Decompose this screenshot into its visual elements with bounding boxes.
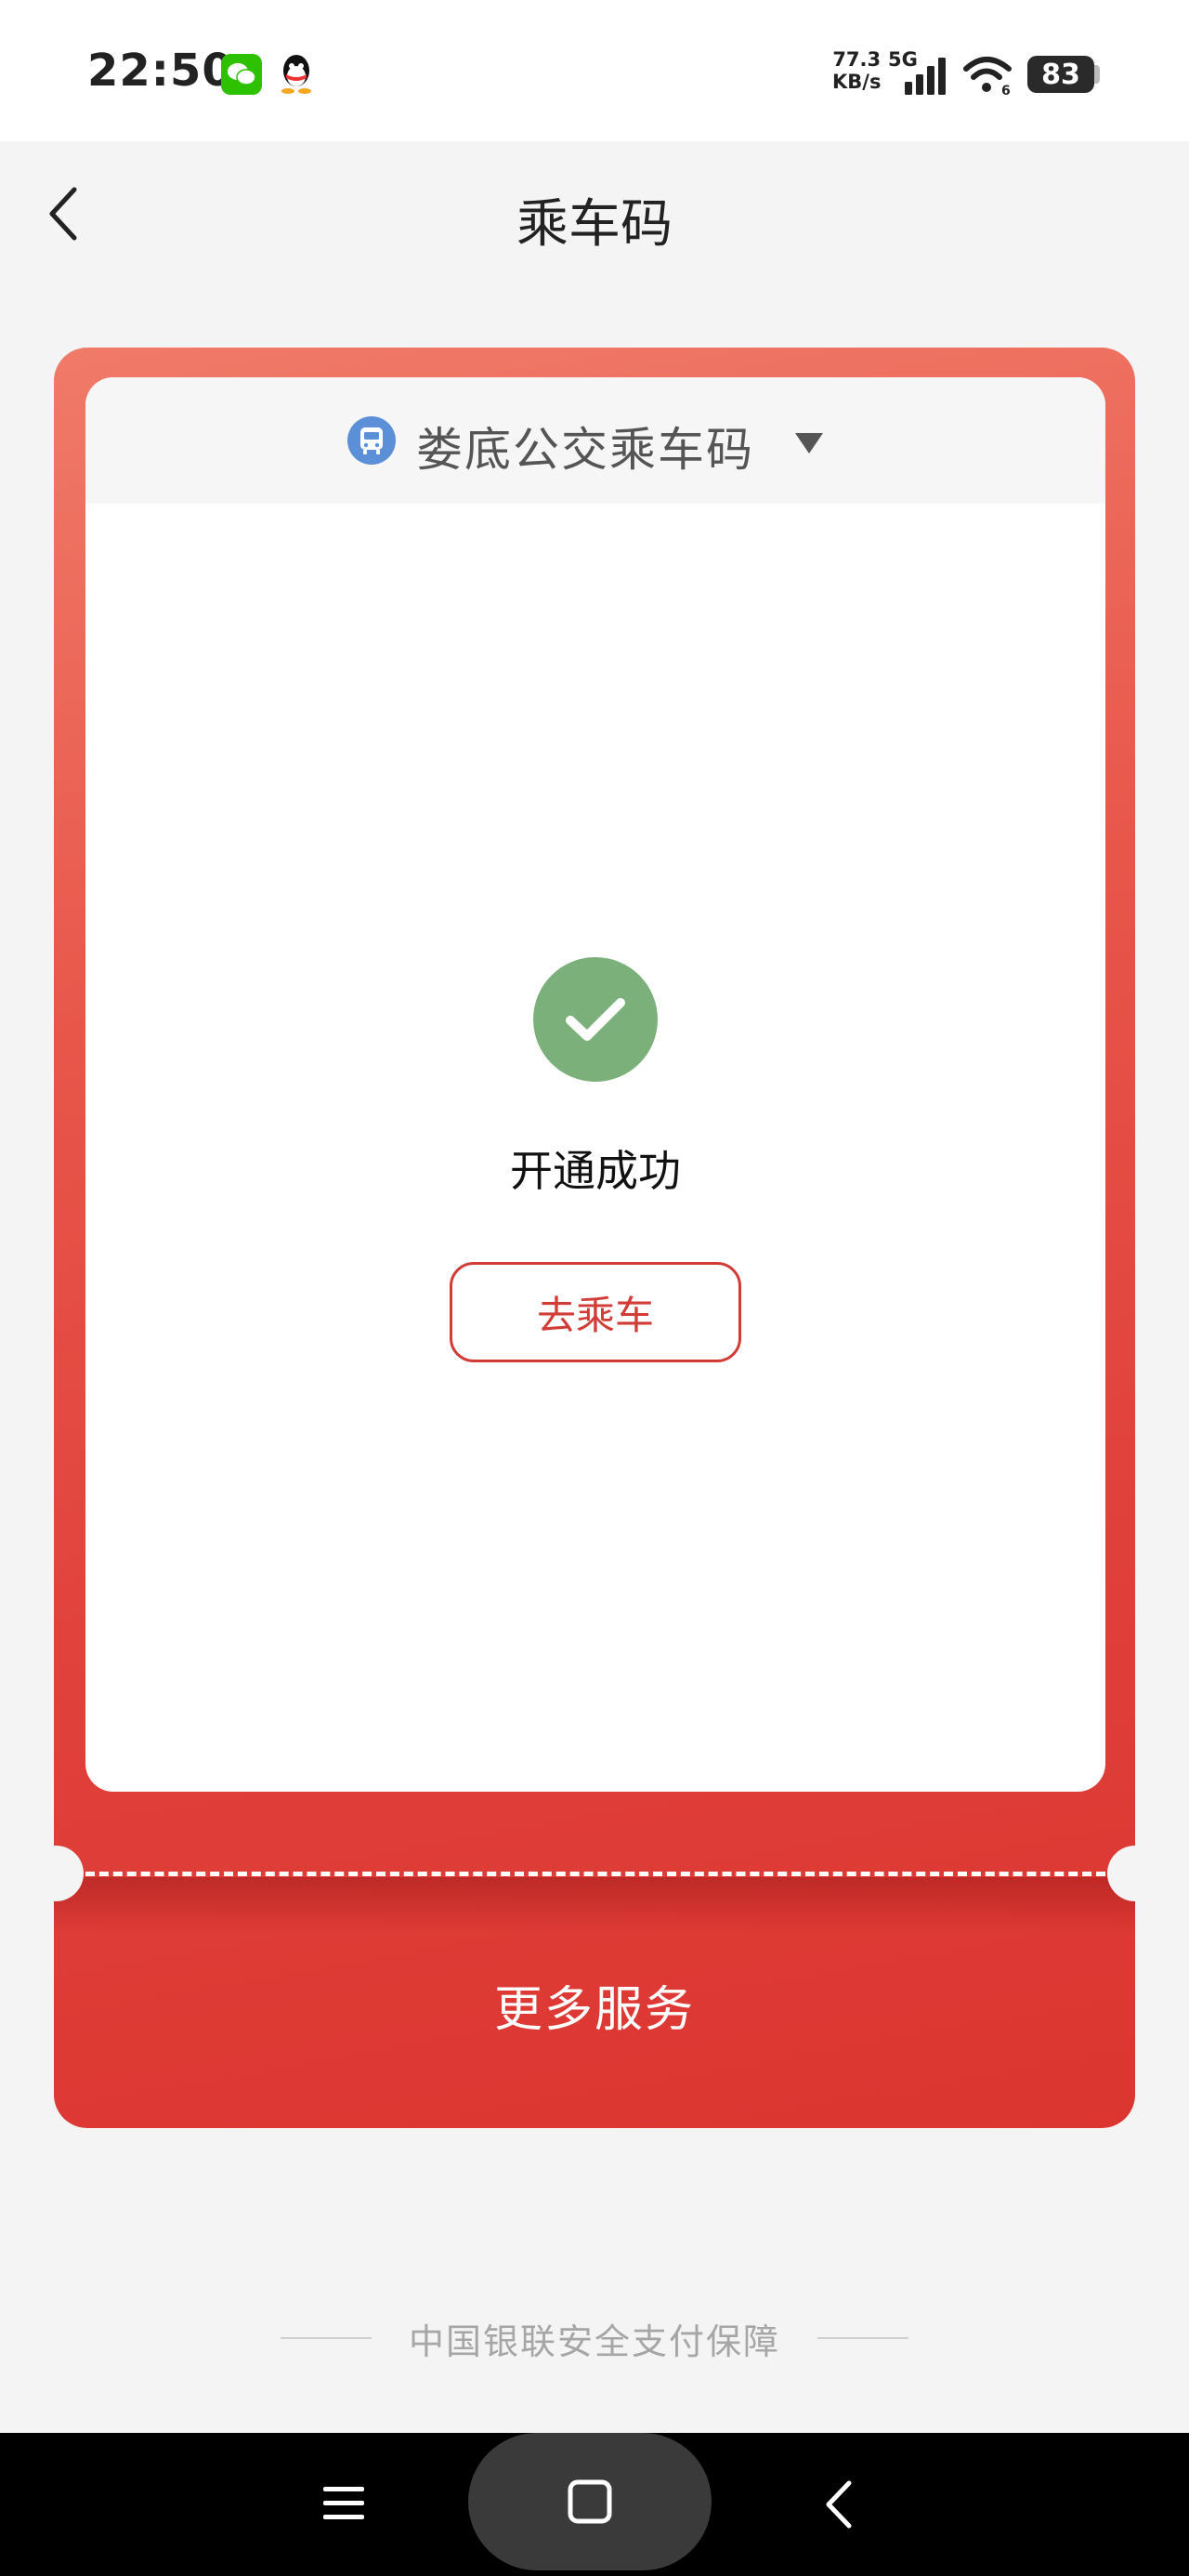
net-speed-unit: KB/s bbox=[832, 71, 882, 93]
square-icon bbox=[568, 2479, 612, 2524]
svg-text:6: 6 bbox=[1001, 84, 1011, 97]
ticket-notch-right bbox=[1107, 1846, 1163, 1901]
footer-text: 中国银联安全支付保障 bbox=[408, 2320, 780, 2362]
battery-level: 83 bbox=[1041, 58, 1080, 91]
bus-icon bbox=[347, 416, 396, 465]
triangle-down-icon bbox=[793, 431, 825, 455]
success-message: 开通成功 bbox=[510, 1146, 681, 1196]
more-services-button[interactable]: 更多服务 bbox=[54, 1970, 1135, 2040]
perforation-shadow bbox=[54, 1877, 1135, 1933]
net-speed-value: 77.3 bbox=[832, 48, 882, 71]
security-footer: 中国银联安全支付保障 bbox=[0, 2312, 1189, 2364]
card-selector[interactable]: 娄底公交乘车码 bbox=[85, 377, 1105, 504]
footer-divider-right bbox=[817, 2337, 908, 2339]
page-title: 乘车码 bbox=[516, 194, 673, 255]
ticket-notch-left bbox=[28, 1846, 84, 1901]
footer-divider-left bbox=[280, 2337, 372, 2339]
status-bar: 22:50 77.3 KB/s 5G 6 83 bbox=[0, 0, 1189, 141]
home-button[interactable] bbox=[468, 2433, 712, 2570]
status-time: 22:50 bbox=[87, 45, 234, 97]
wechat-icon bbox=[221, 54, 262, 95]
system-nav-bar bbox=[0, 2433, 1189, 2576]
qq-icon bbox=[277, 52, 316, 95]
check-circle-icon bbox=[533, 957, 658, 1082]
signal-icon bbox=[903, 56, 951, 97]
card-selector-label: 娄底公交乘车码 bbox=[416, 423, 754, 477]
card-inner-panel: 娄底公交乘车码 开通成功 去乘车 bbox=[85, 377, 1105, 1792]
battery-tip bbox=[1094, 65, 1100, 84]
net-speed: 77.3 KB/s bbox=[832, 48, 881, 93]
perforation-line bbox=[85, 1872, 1105, 1876]
menu-icon[interactable] bbox=[321, 2481, 366, 2526]
wifi-icon: 6 bbox=[962, 54, 1014, 99]
go-ride-button[interactable]: 去乘车 bbox=[450, 1262, 741, 1362]
system-back-icon[interactable] bbox=[821, 2479, 855, 2530]
battery-icon: 83 bbox=[1027, 56, 1094, 93]
